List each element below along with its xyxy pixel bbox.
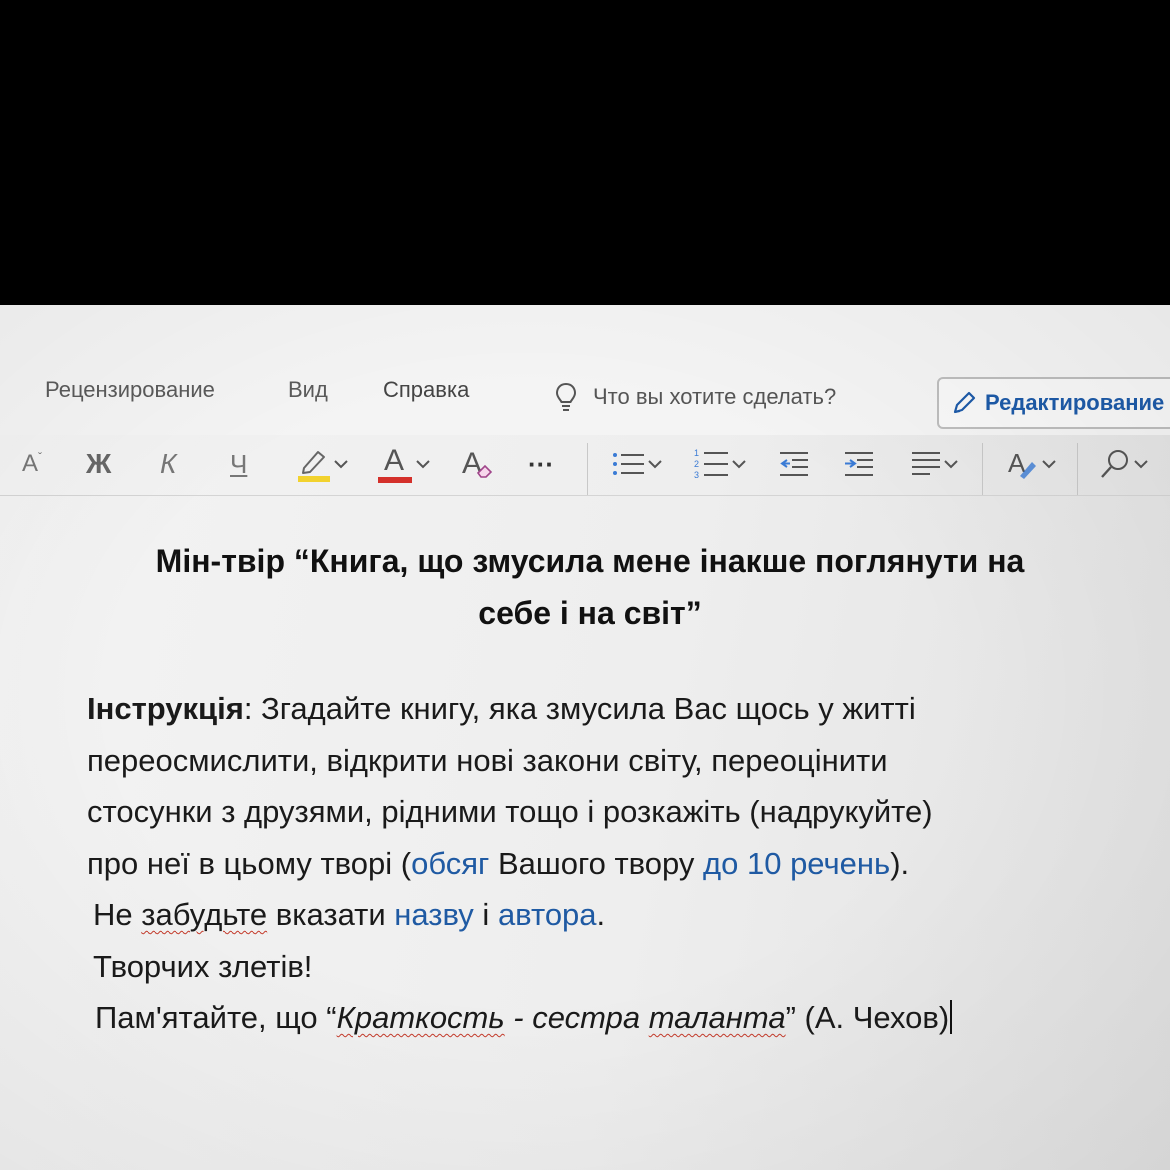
underline-label: Ч — [230, 448, 248, 479]
text-run: . — [596, 897, 606, 932]
bold-button[interactable]: Ж — [86, 435, 111, 493]
text-run: Не — [93, 897, 142, 932]
text-run: і — [473, 897, 498, 932]
text-run: про неї в цьому творі ( — [87, 845, 412, 881]
paragraph-line: про неї в цьому творі (обсяг Вашого твор… — [87, 838, 1147, 890]
decrease-indent-button[interactable] — [778, 435, 810, 493]
highlight-button[interactable] — [296, 435, 350, 493]
editing-mode-label: Редактирование — [985, 390, 1165, 415]
title-line-1: Мін-твір “Книга, що змусила мене інакше … — [155, 543, 1025, 579]
title-line-2: себе і на світ” — [478, 595, 702, 631]
text-run: Вашого твору — [489, 845, 704, 881]
tab-view[interactable]: Вид — [288, 377, 328, 403]
decrease-indent-icon — [780, 452, 808, 476]
chevron-down-icon — [416, 460, 430, 469]
toolbar-separator — [587, 443, 588, 495]
spellcheck-word[interactable]: таланта — [649, 1000, 786, 1035]
chevron-down-icon — [944, 460, 958, 469]
styles-icon: A — [1008, 448, 1036, 479]
font-color-bar — [378, 477, 412, 483]
chevron-down-icon — [1042, 460, 1056, 469]
svg-text:2: 2 — [694, 459, 699, 469]
chevron-down-icon — [732, 460, 746, 469]
italic-button[interactable]: К — [160, 435, 177, 493]
bullets-button[interactable] — [612, 435, 664, 493]
more-label: ··· — [528, 448, 554, 479]
ribbon-tabs: Рецензирование Вид Справка Что вы хотите… — [0, 305, 1170, 435]
italic-label: К — [160, 448, 177, 479]
align-button[interactable] — [910, 435, 960, 493]
toolbar-separator — [1077, 443, 1078, 495]
chevron-down-icon — [648, 460, 662, 469]
document-page[interactable]: Мін-твір “Книга, що змусила мене інакше … — [0, 505, 1170, 1170]
paragraph-line: Творчих злетів! — [93, 948, 313, 984]
paragraph-line: Не забудьте вказати назву і автора. — [87, 889, 1147, 941]
svg-text:3: 3 — [694, 470, 699, 480]
highlighted-text: обсяг — [411, 845, 490, 881]
underline-button[interactable]: Ч — [230, 435, 247, 493]
instruction-label: Інструкція — [87, 691, 244, 726]
text-run: ” (А. Чехов) — [785, 1000, 950, 1035]
caret-icon: ˇ — [38, 450, 43, 464]
ribbon-divider — [0, 495, 1170, 496]
text-run: вказати — [267, 897, 395, 932]
spellcheck-word[interactable]: Краткость — [337, 1000, 505, 1035]
chevron-down-icon — [1134, 460, 1148, 469]
search-icon — [1101, 450, 1128, 478]
highlighted-text: назву — [394, 897, 474, 932]
find-button[interactable] — [1098, 435, 1150, 493]
font-color-label: A — [384, 444, 405, 477]
text-run: : Згадайте книгу, яка змусила Вас щось у… — [243, 691, 916, 726]
tab-review[interactable]: Рецензирование — [45, 377, 215, 403]
lightbulb-icon — [555, 382, 577, 411]
document-title: Мін-твір “Книга, що змусила мене інакше … — [90, 535, 1090, 639]
editing-mode-button[interactable]: Редактирование — [937, 377, 1170, 429]
numbering-icon: 1 2 3 — [694, 448, 728, 480]
paragraph-line: стосунки з друзями, рідними тощо і розка… — [87, 794, 933, 829]
pencil-icon — [953, 391, 976, 414]
svg-text:1: 1 — [694, 448, 699, 458]
tab-help[interactable]: Справка — [383, 377, 469, 403]
highlighter-icon — [298, 451, 330, 482]
formatting-toolbar: A ˇ Ж К Ч A A ··· 1 2 3 A — [0, 435, 1170, 495]
font-color-button[interactable]: A — [378, 435, 432, 493]
highlighted-text: до 10 речень — [703, 845, 891, 881]
styles-button[interactable]: A — [1006, 435, 1058, 493]
font-size-label: A — [22, 450, 39, 477]
paragraph-line: Інструкція: Згадайте книгу, яка змусила … — [87, 683, 1147, 735]
numbering-button[interactable]: 1 2 3 — [694, 435, 748, 493]
align-icon — [912, 452, 940, 475]
tell-me-search[interactable]: Что вы хотите сделать? — [553, 381, 836, 413]
bullets-icon — [613, 453, 644, 475]
font-color-swatch: A — [378, 442, 414, 486]
tell-me-placeholder: Что вы хотите сделать? — [593, 384, 837, 409]
text-run: ). — [890, 845, 910, 881]
toolbar-separator — [982, 443, 983, 495]
spellcheck-word[interactable]: забудьте — [141, 897, 267, 932]
font-size-button[interactable]: A ˇ — [22, 435, 42, 493]
text-cursor — [950, 1000, 953, 1034]
increase-indent-button[interactable] — [843, 435, 875, 493]
clear-formatting-button[interactable]: A — [462, 435, 494, 493]
bold-label: Ж — [86, 448, 112, 479]
word-window: Рецензирование Вид Справка Что вы хотите… — [0, 305, 1170, 1170]
paragraph-line: Пам'ятайте, що “Краткость - сестра талан… — [87, 992, 1147, 1044]
more-options-button[interactable]: ··· — [528, 435, 554, 493]
document-body: Інструкція: Згадайте книгу, яка змусила … — [87, 683, 1147, 1044]
paragraph-line: переосмислити, відкрити нові закони світ… — [87, 742, 888, 778]
text-run: Пам'ятайте, що “ — [95, 1000, 337, 1035]
text-run: - сестра — [504, 1000, 649, 1035]
chevron-down-icon — [334, 460, 348, 469]
eraser-icon — [476, 464, 493, 478]
highlighted-text: автора — [497, 897, 597, 932]
increase-indent-icon — [845, 452, 873, 476]
